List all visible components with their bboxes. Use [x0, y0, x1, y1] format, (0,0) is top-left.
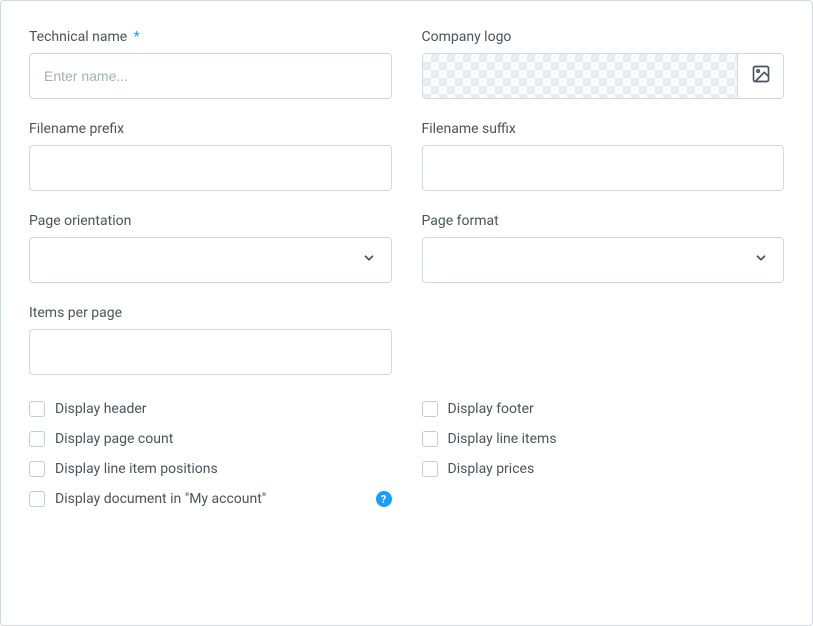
checkbox-display-page-count[interactable]: Display page count: [29, 431, 173, 447]
checkbox-box: [29, 401, 45, 417]
field-page-orientation: Page orientation: [29, 213, 392, 283]
company-logo-label: Company logo: [422, 29, 785, 45]
checkbox-box: [422, 401, 438, 417]
field-filename-prefix: Filename prefix: [29, 121, 392, 191]
empty-col: [422, 491, 785, 507]
empty-col: [422, 305, 785, 375]
page-format-label: Page format: [422, 213, 785, 229]
checkbox-display-line-items[interactable]: Display line items: [422, 431, 557, 447]
checkbox-display-footer[interactable]: Display footer: [422, 401, 534, 417]
technical-name-input[interactable]: [29, 53, 392, 99]
checkbox-display-line-item-positions[interactable]: Display line item positions: [29, 461, 218, 477]
page-format-select[interactable]: [422, 237, 785, 283]
field-filename-suffix: Filename suffix: [422, 121, 785, 191]
field-company-logo: Company logo: [422, 29, 785, 99]
checkbox-label: Display page count: [55, 431, 173, 447]
field-items-per-page: Items per page: [29, 305, 392, 375]
checkbox-display-prices[interactable]: Display prices: [422, 461, 535, 477]
checkbox-box: [422, 461, 438, 477]
checkbox-group: Display header Display footer Display pa…: [29, 401, 784, 507]
technical-name-label: Technical name *: [29, 29, 392, 45]
filename-suffix-label: Filename suffix: [422, 121, 785, 137]
company-logo-preview[interactable]: [423, 54, 738, 98]
row-items-per-page: Items per page: [29, 305, 784, 375]
settings-card: Technical name * Company logo: [0, 0, 813, 626]
row-filename: Filename prefix Filename suffix: [29, 121, 784, 191]
checkbox-box: [422, 431, 438, 447]
checkbox-label: Display footer: [448, 401, 534, 417]
help-icon[interactable]: ?: [376, 491, 392, 507]
image-icon: [751, 64, 771, 88]
page-orientation-select[interactable]: [29, 237, 392, 283]
checkbox-label: Display prices: [448, 461, 535, 477]
technical-name-label-text: Technical name: [29, 29, 127, 45]
row-page-settings: Page orientation Page format: [29, 213, 784, 283]
field-technical-name: Technical name *: [29, 29, 392, 99]
checkbox-display-document-my-account[interactable]: Display document in "My account": [29, 491, 266, 507]
company-logo-choose-button[interactable]: [737, 54, 783, 98]
filename-suffix-input[interactable]: [422, 145, 785, 191]
row-technical-logo: Technical name * Company logo: [29, 29, 784, 99]
items-per-page-label: Items per page: [29, 305, 392, 321]
checkbox-label: Display header: [55, 401, 147, 417]
filename-prefix-label: Filename prefix: [29, 121, 392, 137]
checkbox-label: Display document in "My account": [55, 491, 266, 507]
checkbox-box: [29, 491, 45, 507]
required-star: *: [134, 29, 140, 45]
checkbox-box: [29, 431, 45, 447]
page-orientation-label: Page orientation: [29, 213, 392, 229]
checkbox-label: Display line items: [448, 431, 557, 447]
checkbox-label: Display line item positions: [55, 461, 218, 477]
field-page-format: Page format: [422, 213, 785, 283]
checkbox-box: [29, 461, 45, 477]
items-per-page-input[interactable]: [29, 329, 392, 375]
company-logo-upload: [422, 53, 785, 99]
checkbox-display-header[interactable]: Display header: [29, 401, 147, 417]
filename-prefix-input[interactable]: [29, 145, 392, 191]
